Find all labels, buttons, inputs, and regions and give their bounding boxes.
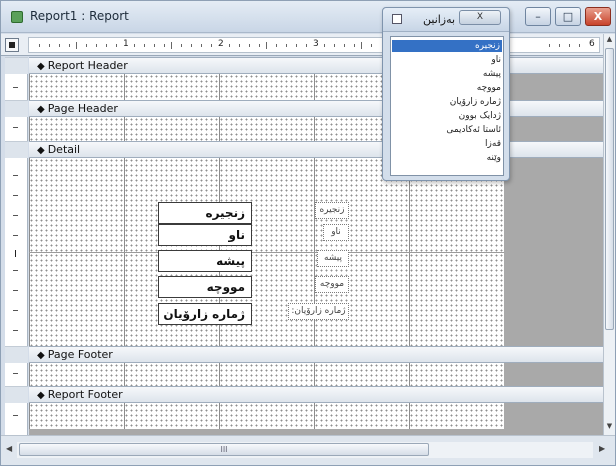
detail-field[interactable]: ژمارە زارۆیان (158, 303, 252, 325)
ruler-number: 3 (313, 39, 319, 49)
report-design-canvas[interactable]: ◆ Report Header ◆ Page Header ◆ Detail زنجی… (29, 57, 603, 435)
horizontal-ruler-bar: 1 2 3 4 5 6 (1, 34, 603, 56)
window-title: Report1 : Report (30, 9, 129, 23)
ruler-number: 6 (589, 39, 595, 49)
title-bar[interactable]: Report1 : Report – □ X (1, 1, 615, 33)
scroll-down-arrow-icon[interactable]: ▼ (604, 422, 615, 434)
detail-field[interactable]: زنجیرە (158, 202, 252, 224)
report-header-label: Report Header (47, 59, 128, 72)
detail-label-box[interactable]: پیشە (317, 250, 349, 267)
field-list-item[interactable]: قەزا (485, 138, 501, 150)
report-window: Report1 : Report – □ X 1 2 3 4 5 6 (0, 0, 616, 466)
field-list-item[interactable]: ئاستا ئەکادیمی (446, 124, 501, 136)
detail-label-box[interactable]: ناو (323, 224, 349, 241)
close-button[interactable]: X (585, 7, 611, 26)
detail-field[interactable]: مووچە (158, 276, 252, 298)
detail-label-box[interactable]: مووچە (315, 276, 349, 293)
report-icon (11, 11, 23, 23)
detail-field[interactable]: ناو (158, 224, 252, 246)
detail-label: Detail (47, 143, 81, 156)
section-arrow-icon: ◆ (37, 145, 45, 156)
scroll-right-arrow-icon[interactable]: ▶ (599, 444, 605, 453)
maximize-button[interactable]: □ (555, 7, 581, 26)
page-footer-label: Page Footer (47, 348, 113, 361)
report-footer-area[interactable] (29, 403, 504, 429)
field-list-item[interactable]: پیشە (483, 68, 501, 80)
field-list-item[interactable]: وێنە (487, 152, 501, 164)
horizontal-scrollbar[interactable]: ◀ III ▶ (1, 435, 615, 465)
vertical-scrollbar[interactable]: ▲ ▼ (603, 34, 615, 435)
scroll-left-arrow-icon[interactable]: ◀ (6, 444, 12, 453)
field-list-title: بەزانین (423, 13, 456, 26)
report-footer-band[interactable]: ◆ Report Footer (29, 386, 603, 403)
detail-label-box[interactable]: زنجیرە (315, 202, 349, 219)
report-selector-button[interactable] (5, 38, 19, 52)
section-arrow-icon: ◆ (37, 350, 45, 361)
field-list-icon (392, 14, 402, 24)
section-arrow-icon: ◆ (37, 104, 45, 115)
field-list-title-bar[interactable]: بەزانین X (383, 8, 509, 32)
page-header-band[interactable]: ◆ Page Header (29, 100, 603, 117)
detail-field[interactable]: پیشە (158, 250, 252, 272)
field-list-item[interactable]: ناو (491, 54, 501, 66)
field-list-window: بەزانین X زنجیرە ناو پیشە مووچە ژمارە زا… (382, 7, 510, 181)
ruler-number: 1 (123, 39, 129, 49)
vertical-scroll-thumb[interactable] (605, 48, 614, 330)
page-header-label: Page Header (47, 102, 118, 115)
minimize-button[interactable]: – (525, 7, 551, 26)
field-list-close-button[interactable]: X (459, 10, 501, 25)
page-footer-area[interactable] (29, 363, 504, 386)
field-list-item[interactable]: ژمارە زارۆیان (450, 96, 501, 108)
field-list-item[interactable]: زنجیرە (392, 40, 502, 52)
horizontal-scroll-thumb[interactable]: III (19, 443, 429, 456)
section-arrow-icon: ◆ (37, 390, 45, 401)
report-footer-label: Report Footer (47, 388, 123, 401)
scroll-up-arrow-icon[interactable]: ▲ (604, 35, 615, 47)
detail-label-box[interactable]: ژمارە زارۆیان: (288, 303, 349, 320)
report-header-band[interactable]: ◆ Report Header (29, 57, 603, 74)
horizontal-scroll-track[interactable]: III (17, 442, 593, 458)
page-footer-band[interactable]: ◆ Page Footer (29, 346, 603, 363)
field-list-item[interactable]: ژدایک بوون (459, 110, 501, 122)
field-list[interactable]: زنجیرە ناو پیشە مووچە ژمارە زارۆیان ژدای… (390, 36, 504, 176)
vertical-ruler[interactable] (5, 57, 28, 435)
ruler-number: 2 (218, 39, 224, 49)
detail-band[interactable]: ◆ Detail (29, 141, 603, 158)
section-arrow-icon: ◆ (37, 61, 45, 72)
horizontal-ruler[interactable]: 1 2 3 4 5 6 (28, 37, 600, 53)
field-list-item[interactable]: مووچە (477, 82, 501, 94)
detail-area[interactable]: زنجیرە ناو پیشە مووچە ژمارە زارۆیان زنجی… (29, 158, 504, 346)
